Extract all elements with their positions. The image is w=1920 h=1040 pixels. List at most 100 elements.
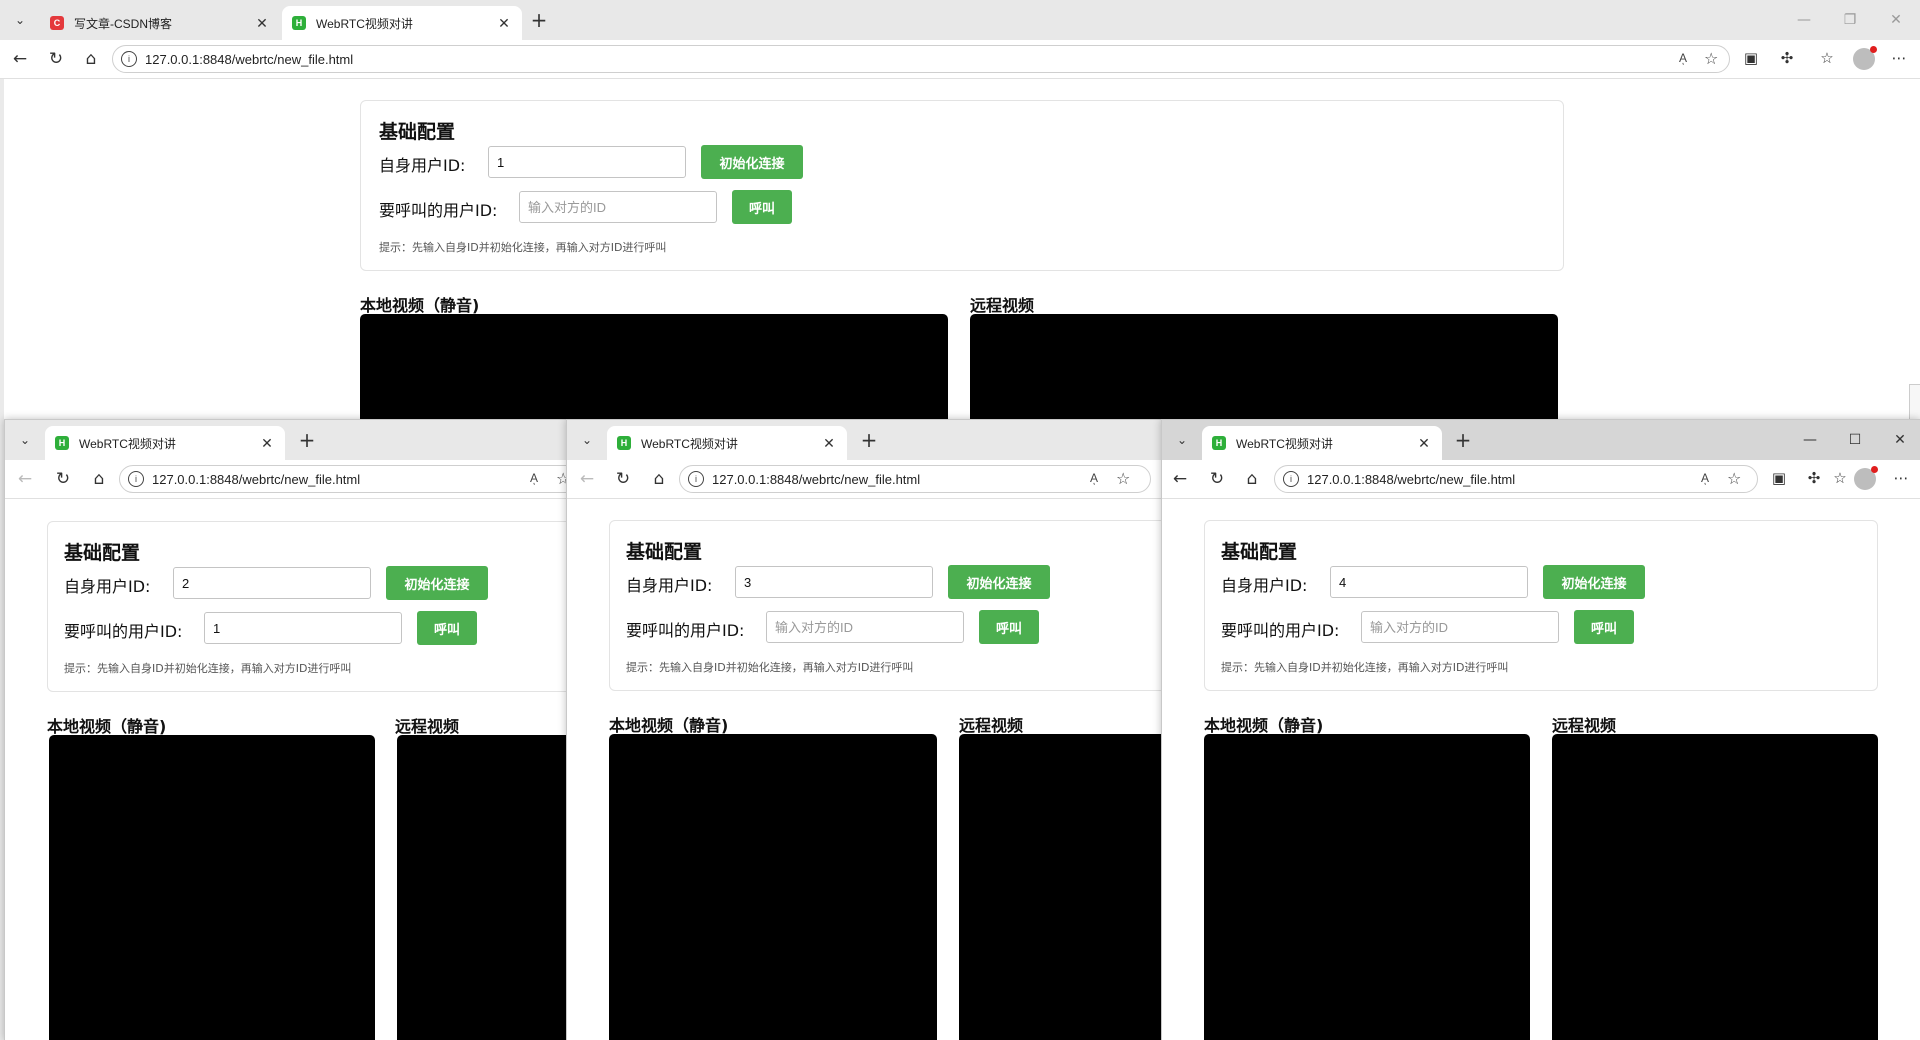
refresh-icon[interactable]: ↻ <box>1205 467 1229 491</box>
tab-webrtc[interactable]: H WebRTC视频对讲 ✕ <box>607 426 847 460</box>
call-button[interactable]: 呼叫 <box>417 611 477 645</box>
tab-webrtc[interactable]: H WebRTC视频对讲 ✕ <box>282 6 522 40</box>
info-icon[interactable]: i <box>128 471 144 487</box>
star-icon[interactable]: ☆ <box>1704 49 1718 68</box>
close-icon[interactable]: ✕ <box>821 435 837 452</box>
home-icon[interactable]: ⌂ <box>79 47 103 71</box>
call-id-label: 要呼叫的用户ID: <box>64 622 183 641</box>
tab-title: WebRTC视频对讲 <box>1236 436 1333 451</box>
init-connection-button[interactable]: 初始化连接 <box>1543 565 1645 599</box>
star-icon[interactable]: ☆ <box>1727 469 1741 488</box>
init-connection-button[interactable]: 初始化连接 <box>701 145 803 179</box>
self-id-input[interactable] <box>173 567 371 599</box>
call-button[interactable]: 呼叫 <box>1574 610 1634 644</box>
refresh-icon[interactable]: ↻ <box>44 47 68 71</box>
wallet-icon[interactable]: ▣ <box>1768 467 1790 489</box>
self-id-input[interactable] <box>1330 566 1528 598</box>
minimize-icon[interactable]: — <box>1792 8 1816 32</box>
self-id-input[interactable] <box>735 566 933 598</box>
tab-webrtc[interactable]: H WebRTC视频对讲 ✕ <box>1202 426 1442 460</box>
restore-icon[interactable]: ❐ <box>1838 8 1862 32</box>
chevron-down-icon[interactable]: ⌄ <box>1170 429 1194 451</box>
plus-icon[interactable]: + <box>528 9 550 31</box>
back-arrow-icon[interactable]: ← <box>13 467 37 491</box>
tab-webrtc[interactable]: H WebRTC视频对讲 ✕ <box>45 426 285 460</box>
avatar[interactable] <box>1853 46 1877 70</box>
self-id-input[interactable] <box>488 146 686 178</box>
refresh-icon[interactable]: ↻ <box>51 467 75 491</box>
info-icon[interactable]: i <box>121 51 137 67</box>
local-video-label: 本地视频（静音) <box>360 296 480 315</box>
remote-video <box>397 735 567 1040</box>
back-arrow-icon[interactable]: ← <box>1168 467 1192 491</box>
plus-icon[interactable]: + <box>1452 429 1474 451</box>
back-arrow-icon[interactable]: ← <box>8 47 32 71</box>
hint-text: 提示：先输入自身ID并初始化连接，再输入对方ID进行呼叫 <box>626 661 914 674</box>
tab-csdn[interactable]: C 写文章-CSDN博客 ✕ <box>40 6 280 40</box>
close-icon[interactable]: ✕ <box>254 15 270 32</box>
info-icon[interactable]: i <box>688 471 704 487</box>
address-bar[interactable]: i 127.0.0.1:8848/webrtc/new_file.html Aͅ… <box>112 45 1730 73</box>
hint-text: 提示：先输入自身ID并初始化连接，再输入对方ID进行呼叫 <box>379 241 667 254</box>
call-id-input[interactable] <box>204 612 402 644</box>
tab-strip: ⌄ H WebRTC视频对讲 ✕ + <box>567 420 1162 460</box>
hbuilder-favicon-icon: H <box>55 436 69 450</box>
call-button[interactable]: 呼叫 <box>979 610 1039 644</box>
star-icon[interactable]: ☆ <box>1116 469 1130 488</box>
close-icon[interactable]: ✕ <box>259 435 275 452</box>
home-icon[interactable]: ⌂ <box>647 467 671 491</box>
close-icon[interactable]: ✕ <box>1416 435 1432 452</box>
more-icon[interactable]: ⋯ <box>1888 47 1910 69</box>
close-window-icon[interactable]: ✕ <box>1884 8 1908 32</box>
read-aloud-icon[interactable]: Aͅ <box>1679 51 1687 65</box>
tab-title: WebRTC视频对讲 <box>316 16 413 31</box>
tab-strip: ⌄ C 写文章-CSDN博客 ✕ H WebRTC视频对讲 ✕ + — ❐ ✕ <box>0 0 1920 40</box>
call-id-input[interactable] <box>766 611 964 643</box>
address-bar[interactable]: i 127.0.0.1:8848/webrtc/new_file.html Aͅ… <box>679 465 1151 493</box>
init-connection-button[interactable]: 初始化连接 <box>386 566 488 600</box>
plus-icon[interactable]: + <box>858 429 880 451</box>
maximize-icon[interactable]: ☐ <box>1843 428 1867 452</box>
call-id-input[interactable] <box>1361 611 1559 643</box>
back-arrow-icon[interactable]: ← <box>575 467 599 491</box>
home-icon[interactable]: ⌂ <box>1240 467 1264 491</box>
home-icon[interactable]: ⌂ <box>87 467 111 491</box>
favorites-icon[interactable]: ☆ <box>1816 47 1838 69</box>
close-icon[interactable]: ✕ <box>496 15 512 32</box>
address-bar[interactable]: i 127.0.0.1:8848/webrtc/new_file.html Aͅ… <box>1274 465 1758 493</box>
call-id-label: 要呼叫的用户ID: <box>379 201 498 220</box>
chevron-down-icon[interactable]: ⌄ <box>575 429 599 451</box>
avatar[interactable] <box>1854 466 1878 490</box>
remote-video-label: 远程视频 <box>959 716 1024 735</box>
hint-text: 提示：先输入自身ID并初始化连接，再输入对方ID进行呼叫 <box>64 662 352 675</box>
chevron-down-icon[interactable]: ⌄ <box>8 9 32 31</box>
tab-strip: ⌄ H WebRTC视频对讲 ✕ + — ☐ ✕ <box>1162 420 1920 460</box>
call-id-label: 要呼叫的用户ID: <box>1221 621 1340 640</box>
read-aloud-icon[interactable]: Aͅ <box>1701 471 1709 485</box>
browser-window-user-3: ⌄ H WebRTC视频对讲 ✕ + ← ↻ ⌂ i 127.0.0.1:884… <box>566 419 1162 1040</box>
close-window-icon[interactable]: ✕ <box>1888 428 1912 452</box>
read-aloud-icon[interactable]: Aͅ <box>1090 471 1098 485</box>
minimize-icon[interactable]: — <box>1798 428 1822 452</box>
init-connection-button[interactable]: 初始化连接 <box>948 565 1050 599</box>
puzzle-icon[interactable]: ✣ <box>1803 467 1825 489</box>
info-icon[interactable]: i <box>1283 471 1299 487</box>
call-id-input[interactable] <box>519 191 717 223</box>
address-bar[interactable]: i 127.0.0.1:8848/webrtc/new_file.html Aͅ… <box>119 465 567 493</box>
url-text: 127.0.0.1:8848/webrtc/new_file.html <box>1307 472 1516 487</box>
more-icon[interactable]: ⋯ <box>1890 467 1912 489</box>
config-card: 基础配置 自身用户ID: 初始化连接 要呼叫的用户ID: 呼叫 提示：先输入自身… <box>1204 520 1878 691</box>
chevron-down-icon[interactable]: ⌄ <box>13 429 37 451</box>
favorites-icon[interactable]: ☆ <box>1829 467 1851 489</box>
self-id-label: 自身用户ID: <box>626 576 713 595</box>
plus-icon[interactable]: + <box>296 429 318 451</box>
refresh-icon[interactable]: ↻ <box>611 467 635 491</box>
wallet-icon[interactable]: ▣ <box>1740 47 1762 69</box>
puzzle-icon[interactable]: ✣ <box>1776 47 1798 69</box>
hbuilder-favicon-icon: H <box>292 16 306 30</box>
call-button[interactable]: 呼叫 <box>732 190 792 224</box>
page-viewport: 基础配置 自身用户ID: 初始化连接 要呼叫的用户ID: 呼叫 提示：先输入自身… <box>1162 499 1920 1040</box>
read-aloud-icon[interactable]: Aͅ <box>530 471 538 485</box>
config-title: 基础配置 <box>1221 541 1298 563</box>
config-title: 基础配置 <box>64 542 141 564</box>
